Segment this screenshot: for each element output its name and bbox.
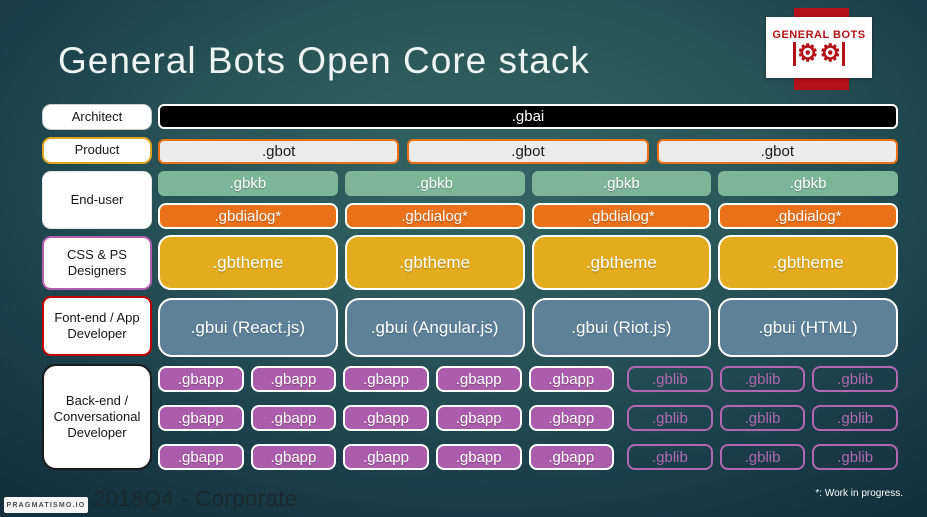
box-gbui-html: .gbui (HTML) — [718, 298, 898, 357]
box-gblib: .gblib — [719, 444, 806, 470]
box-gbapp: .gbapp — [435, 366, 522, 392]
label-product: Product — [42, 137, 152, 164]
box-gblib: .gblib — [627, 405, 713, 431]
box-gbkb: .gbkb — [718, 171, 898, 196]
row-backend-1: .gbapp .gbapp .gbapp .gbapp .gbapp .gbli… — [158, 366, 898, 392]
box-gbui-react: .gbui (React.js) — [158, 298, 338, 357]
row-gbai: .gbai — [158, 104, 898, 129]
box-gbapp: .gbapp — [343, 405, 429, 431]
box-gbdialog: .gbdialog* — [158, 203, 338, 229]
gear-line-right — [842, 42, 846, 66]
box-gbdialog: .gbdialog* — [344, 203, 525, 229]
box-gbapp: .gbapp — [435, 444, 522, 470]
box-gblib: .gblib — [812, 405, 898, 431]
box-gbui-riot: .gbui (Riot.js) — [531, 298, 712, 357]
row-gbkb: .gbkb .gbkb .gbkb .gbkb — [158, 171, 898, 196]
box-gbapp: .gbapp — [528, 405, 615, 431]
footer-quarter-text: 2018Q4 - Corporate — [93, 486, 298, 511]
row-gbtheme: .gbtheme .gbtheme .gbtheme .gbtheme — [158, 235, 898, 290]
box-gbai: .gbai — [158, 104, 898, 129]
label-frontend-app-developer: Font-end / App Developer — [42, 296, 152, 356]
gear-icon: ⚙ — [819, 40, 842, 67]
box-gblib: .gblib — [812, 366, 898, 392]
pragmatismo-logo: PRAGMATISMO.IO — [4, 497, 88, 513]
box-gblib: .gblib — [719, 405, 806, 431]
label-backend-conversational-developer: Back-end / Conversational Developer — [42, 364, 152, 470]
box-gbot: .gbot — [407, 139, 649, 164]
row-gbdialog: .gbdialog* .gbdialog* .gbdialog* .gbdial… — [158, 203, 898, 229]
box-gbot: .gbot — [158, 139, 400, 164]
box-gbkb: .gbkb — [531, 171, 712, 196]
box-gbtheme: .gbtheme — [718, 235, 898, 290]
box-gblib: .gblib — [627, 444, 713, 470]
label-end-user: End-user — [42, 171, 152, 229]
row-gbot: .gbot .gbot .gbot — [158, 139, 898, 164]
box-gbot: .gbot — [656, 139, 898, 164]
box-gbtheme: .gbtheme — [158, 235, 338, 290]
page-title: General Bots Open Core stack — [58, 40, 590, 81]
box-gbapp: .gbapp — [435, 405, 522, 431]
box-gbui-angular: .gbui (Angular.js) — [344, 298, 525, 357]
box-gbapp: .gbapp — [158, 405, 244, 431]
box-gbdialog: .gbdialog* — [718, 203, 898, 229]
box-gbkb: .gbkb — [158, 171, 338, 196]
gear-line-left — [792, 42, 796, 66]
box-gbdialog: .gbdialog* — [531, 203, 712, 229]
box-gbapp: .gbapp — [158, 366, 244, 392]
box-gbkb: .gbkb — [344, 171, 525, 196]
box-gbtheme: .gbtheme — [344, 235, 525, 290]
label-css-ps-designers: CSS & PS Designers — [42, 236, 152, 290]
logo-brand-text: GENERAL BOTS — [772, 29, 866, 41]
box-gbapp: .gbapp — [343, 366, 429, 392]
row-backend-3: .gbapp .gbapp .gbapp .gbapp .gbapp .gbli… — [158, 444, 898, 470]
work-in-progress-note: *: Work in progress. — [815, 488, 903, 499]
gear-icon: ⚙ — [796, 40, 819, 67]
box-gblib: .gblib — [719, 366, 806, 392]
slide: General Bots Open Core stack GENERAL BOT… — [0, 0, 927, 517]
box-gblib: .gblib — [812, 444, 898, 470]
label-architect: Architect — [42, 104, 152, 130]
box-gbapp: .gbapp — [250, 366, 337, 392]
row-backend-2: .gbapp .gbapp .gbapp .gbapp .gbapp .gbli… — [158, 405, 898, 431]
box-gbapp: .gbapp — [250, 444, 337, 470]
box-gbapp: .gbapp — [343, 444, 429, 470]
box-gbapp: .gbapp — [158, 444, 244, 470]
box-gbtheme: .gbtheme — [531, 235, 712, 290]
box-gbapp: .gbapp — [528, 444, 615, 470]
box-gbapp: .gbapp — [250, 405, 337, 431]
box-gblib: .gblib — [627, 366, 713, 392]
row-gbui: .gbui (React.js) .gbui (Angular.js) .gbu… — [158, 298, 898, 357]
gears-icon: ⚙ ⚙ — [792, 40, 846, 67]
general-bots-logo: GENERAL BOTS ⚙ ⚙ — [766, 17, 872, 78]
box-gbapp: .gbapp — [528, 366, 615, 392]
